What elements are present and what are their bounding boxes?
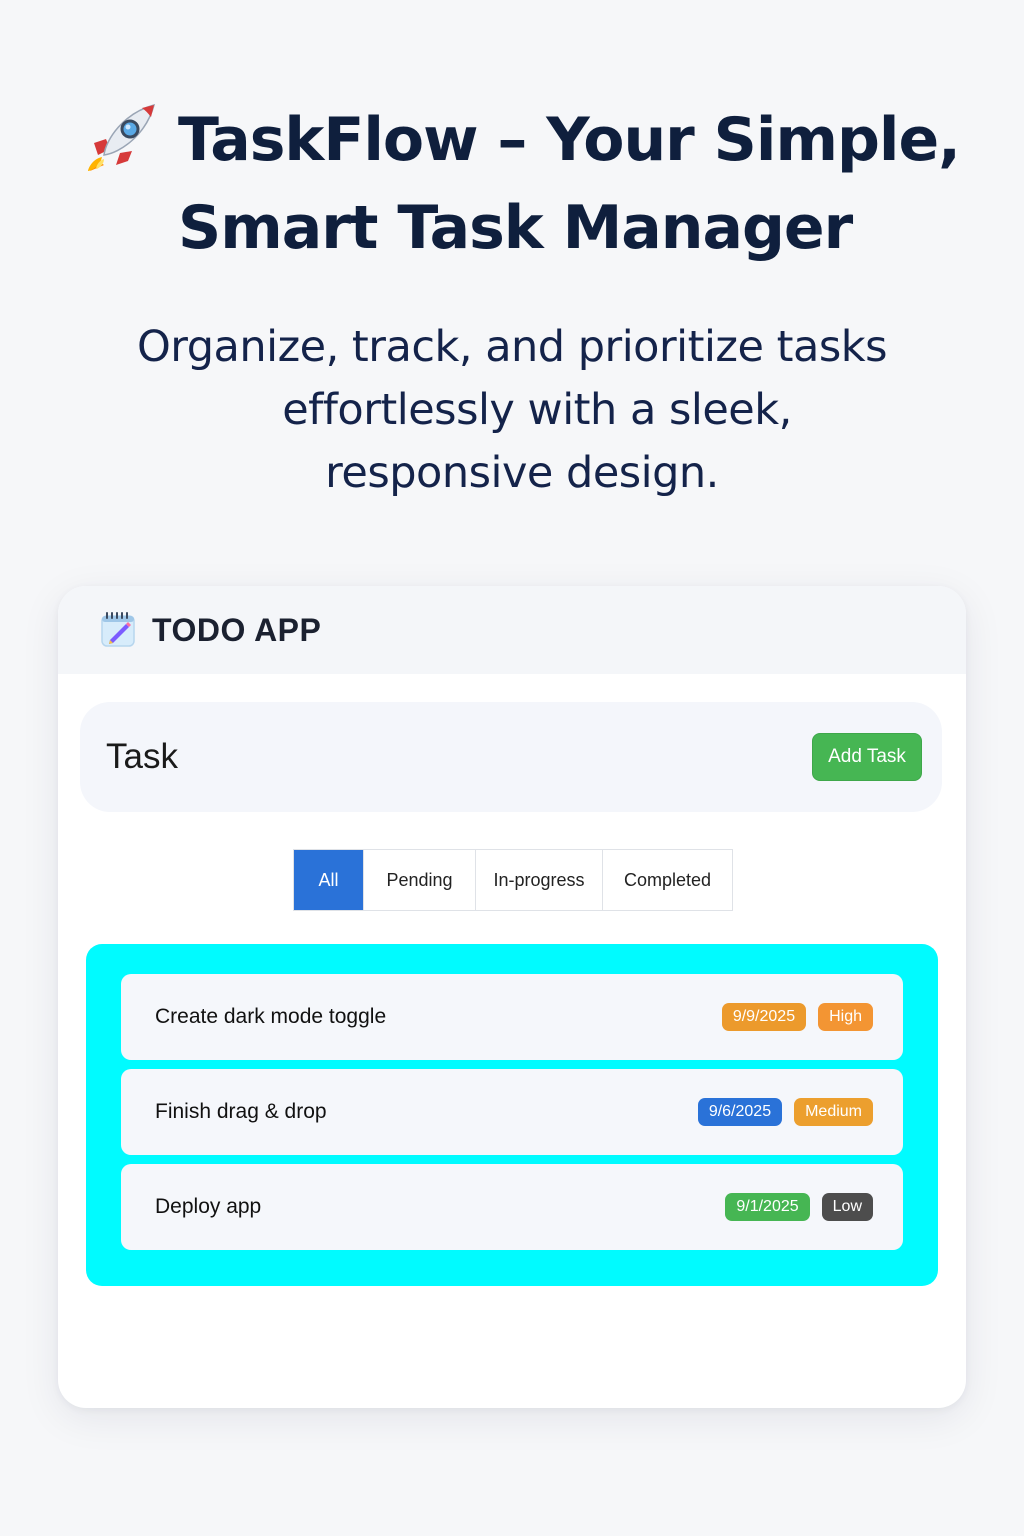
hero-subtitle-line-1: Organize, track, and prioritize tasks [136, 322, 888, 372]
date-badge: 9/1/2025 [725, 1193, 810, 1221]
priority-badge: Low [821, 1193, 873, 1221]
hero-title-line-1: TaskFlow – Your Simple, [0, 96, 1024, 184]
task-badges: 9/9/2025 High [721, 1003, 873, 1031]
hero-subtitle: Organize, track, and prioritize tasks ef… [0, 316, 1024, 505]
rocket-icon [84, 99, 160, 175]
tab-completed[interactable]: Completed [603, 850, 732, 910]
task-list: Create dark mode toggle 9/9/2025 High Fi… [86, 944, 938, 1286]
add-task-button[interactable]: Add Task [812, 733, 922, 781]
task-item[interactable]: Deploy app 9/1/2025 Low [121, 1164, 903, 1250]
app-card: TODO APP Add Task All Pending In-progres… [58, 586, 966, 1408]
tab-pending[interactable]: Pending [364, 850, 476, 910]
task-item[interactable]: Finish drag & drop 9/6/2025 Medium [121, 1069, 903, 1155]
app-title: TODO APP [152, 611, 322, 648]
task-name: Create dark mode toggle [155, 1005, 387, 1028]
task-input[interactable] [104, 736, 708, 778]
task-badges: 9/1/2025 Low [725, 1193, 873, 1221]
app-header: TODO APP [58, 586, 966, 674]
memo-icon [98, 610, 138, 650]
date-badge: 9/9/2025 [721, 1003, 807, 1031]
filter-tabs: All Pending In-progress Completed [293, 849, 733, 911]
hero-title: TaskFlow – Your Simple, Smart Task Manag… [0, 96, 1024, 272]
hero-subtitle-line-3: responsive design. [325, 448, 719, 498]
priority-badge: High [818, 1003, 873, 1031]
hero-title-line-2: Smart Task Manager [178, 193, 853, 263]
tab-in-progress[interactable]: In-progress [476, 850, 603, 910]
hero-title-text-1: TaskFlow – Your Simple, [178, 105, 961, 175]
hero-subtitle-line-2: effortlessly with a sleek, [282, 385, 792, 435]
priority-badge: Medium [794, 1098, 873, 1126]
task-name: Deploy app [155, 1195, 262, 1218]
date-badge: 9/6/2025 [697, 1098, 783, 1126]
task-item[interactable]: Create dark mode toggle 9/9/2025 High [121, 974, 903, 1060]
task-name: Finish drag & drop [155, 1100, 327, 1123]
task-badges: 9/6/2025 Medium [697, 1098, 873, 1126]
tab-all[interactable]: All [294, 850, 364, 910]
task-input-row: Add Task [80, 702, 942, 812]
